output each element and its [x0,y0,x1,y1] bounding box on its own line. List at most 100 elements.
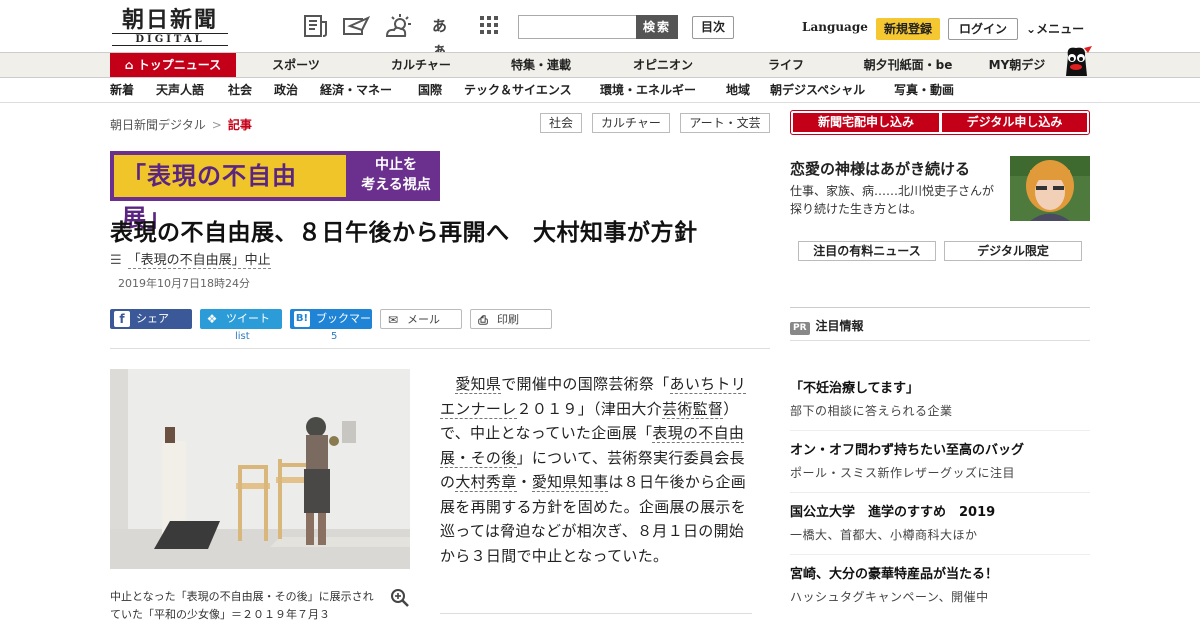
subnav-region[interactable]: 地域 [726,78,750,102]
print-button[interactable]: ⎙ 印刷 [470,309,552,329]
pr-item[interactable]: 宮崎、大分の豪華特産品が当たる！ ハッシュタグキャンペーン、開催中 [790,566,1090,606]
keyword-link[interactable]: 愛知県 [455,375,502,394]
grid-menu-icon[interactable] [478,14,504,38]
nav-culture[interactable]: カルチャー [376,53,466,77]
pr-item[interactable]: 国公立大学 進学のすすめ 2019 一橋大、首都大、小樽商科大ほか [790,504,1090,544]
newspaper-icon[interactable] [302,14,328,38]
tag-art[interactable]: アート・文芸 [680,113,770,133]
nav-my[interactable]: MY朝デジ [984,53,1050,77]
subnav-politics[interactable]: 政治 [274,78,298,102]
series-link[interactable]: 「表現の不自由展」中止 [127,253,271,269]
home-icon: ⌂ [124,58,134,72]
subnav-photo[interactable]: 写真・動画 [894,78,954,102]
pr-item-desc: 一橋大、首都大、小樽商科大ほか [790,528,978,542]
subnav-tensei[interactable]: 天声人語 [156,78,204,102]
pr-badge: PR [790,322,810,335]
mail-icon: ✉ [387,313,399,327]
paper-plane-icon[interactable] [342,14,371,38]
subnav-world[interactable]: 国際 [418,78,442,102]
breadcrumb-separator: > [211,118,222,132]
weather-icon[interactable] [384,14,411,38]
language-link[interactable]: Language [802,20,868,34]
article-date: 2019年10月7日18時24分 [118,277,250,290]
breadcrumb: 朝日新聞デジタル > 記事 [110,116,252,133]
hatena-count[interactable]: 5 [331,331,337,342]
tab-digital-only[interactable]: デジタル限定 [944,241,1082,261]
divider [790,554,1090,555]
nav-top-news[interactable]: ⌂ トップニュース [110,53,236,77]
print-icon: ⎙ [478,313,488,327]
promo-title[interactable]: 恋愛の神様はあがき続ける [790,158,970,179]
pr-item-title: 宮崎、大分の豪華特産品が当たる！ [790,567,999,582]
twitter-share-button[interactable]: ❖ ツイート [200,309,282,329]
pr-heading: PR 注目情報 [790,317,864,335]
divider [440,613,752,614]
pr-item-title: オン・オフ問わず持ちたい至高のバッグ [790,443,1025,458]
breadcrumb-home[interactable]: 朝日新聞デジタル [110,118,206,132]
logo-text-jp: 朝日新聞 [121,7,218,33]
mascot-image[interactable] [1058,44,1094,80]
banner-title: 「表現の不自由展」 [114,155,346,232]
pr-item[interactable]: オン・オフ問わず持ちたい至高のバッグ ポール・スミス新作レザーグッズに注目 [790,442,1090,482]
facebook-share-button[interactable]: f シェア [110,309,192,329]
tab-paid-news[interactable]: 注目の有料ニュース [798,241,936,261]
newspaper-subscribe-button[interactable]: 新聞宅配申し込み [793,113,939,132]
nav-opinion[interactable]: オピニオン [618,53,708,77]
main-nav: ⌂ トップニュース スポーツ カルチャー 特集・連載 オピニオン ライフ 朝夕刊… [0,52,1200,78]
toc-button[interactable]: 目次 [692,16,734,39]
font-size-icon[interactable]: あぁ [432,14,458,59]
search-button[interactable]: 検索 [636,15,678,39]
article-photo[interactable] [110,369,410,569]
promo-description: 仕事、家族、病……北川悦吏子さんが探り続けた生き方とは。 [790,184,995,216]
site-header: 朝日新聞 DIGITAL あぁ 検索 目次 Language 新規登録 ログイン… [0,0,1200,59]
list-icon: ☰ [110,253,122,268]
pr-item-desc: ポール・スミス新作レザーグッズに注目 [790,466,1016,480]
pr-item[interactable]: 「不妊治療してます」 部下の相談に答えられる企業 [790,380,1090,420]
tag-society[interactable]: 社会 [540,113,582,133]
photo-caption: 中止となった「表現の不自由展・その後」に展示されていた「平和の少女像」＝２０１９… [110,590,374,621]
subnav-special[interactable]: 朝デジスペシャル [770,78,865,102]
nav-paper[interactable]: 朝夕刊紙面・be [856,53,960,77]
pr-item-desc: ハッシュタグキャンペーン、開催中 [790,590,989,604]
hatena-icon: B! [294,311,310,327]
divider [790,430,1090,431]
facebook-icon: f [114,311,130,327]
menu-label: メニュー [1036,22,1085,36]
mail-share-button[interactable]: ✉ メール [380,309,462,329]
subscribe-cta: 新聞宅配申し込み デジタル申し込み [790,110,1090,135]
chevron-down-icon: ⌄ [1026,22,1037,36]
pr-item-title: 国公立大学 進学のすすめ 2019 [790,505,996,520]
sub-nav: 新着 天声人語 社会 政治 経済・マネー 国際 テック＆サイエンス 環境・エネル… [0,78,1200,103]
pr-item-title: 「不妊治療してます」 [790,381,919,396]
twitter-count[interactable]: list [235,331,250,342]
hatena-bookmark-button[interactable]: B! ブックマーク [290,309,372,345]
divider [110,348,770,349]
tag-culture[interactable]: カルチャー [592,113,670,133]
keyword-link[interactable]: 愛知県知事 [531,473,609,492]
subnav-environment[interactable]: 環境・エネルギー [600,78,696,102]
login-button[interactable]: ログイン [948,18,1018,40]
series-banner[interactable]: 「表現の不自由展」 中止を 考える視点 [110,151,440,232]
register-button[interactable]: 新規登録 [876,18,940,40]
search-input[interactable] [518,15,636,39]
nav-life[interactable]: ライフ [746,53,826,77]
series-link-row: ☰ 「表現の不自由展」中止 [110,249,271,269]
keyword-link[interactable]: 芸術監督 [662,399,724,419]
nav-features[interactable]: 特集・連載 [496,53,586,77]
divider [790,492,1090,493]
subnav-economy[interactable]: 経済・マネー [320,78,392,102]
divider [790,340,1090,341]
subnav-new[interactable]: 新着 [110,78,134,102]
breadcrumb-current: 記事 [227,118,252,132]
site-logo[interactable]: 朝日新聞 DIGITAL [112,8,228,46]
subnav-society[interactable]: 社会 [228,78,252,102]
keyword-link[interactable]: 大村秀章 [455,473,517,492]
digital-subscribe-button[interactable]: デジタル申し込み [942,113,1087,132]
zoom-icon[interactable] [390,588,410,608]
subnav-tech[interactable]: テック＆サイエンス [464,78,572,102]
promo-image[interactable] [1010,156,1090,221]
menu-button[interactable]: ⌄メニュー [1026,20,1084,37]
article-body: 愛知県で開催中の国際芸術祭「あいちトリエンナーレ２０１９」（津田大介芸術監督）で… [440,375,747,565]
twitter-icon: ❖ [206,312,218,326]
nav-sports[interactable]: スポーツ [256,53,336,77]
